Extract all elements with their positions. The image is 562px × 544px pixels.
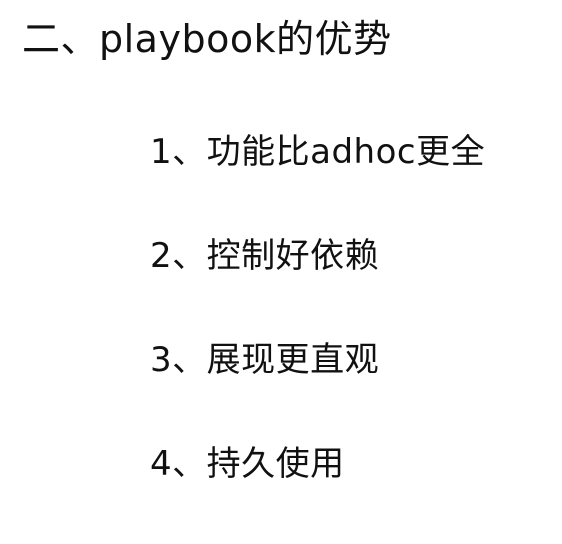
list-item: 4、持久使用	[150, 444, 345, 484]
list-item: 3、展现更直观	[150, 340, 380, 380]
list-item: 1、功能比adhoc更全	[150, 132, 486, 172]
advantages-list: 1、功能比adhoc更全 2、控制好依赖 3、展现更直观 4、持久使用	[150, 128, 485, 544]
slide: 二、playbook的优势 1、功能比adhoc更全 2、控制好依赖 3、展现更…	[0, 0, 562, 503]
list-item: 2、控制好依赖	[150, 236, 380, 276]
slide-title: 二、playbook的优势	[22, 17, 392, 61]
